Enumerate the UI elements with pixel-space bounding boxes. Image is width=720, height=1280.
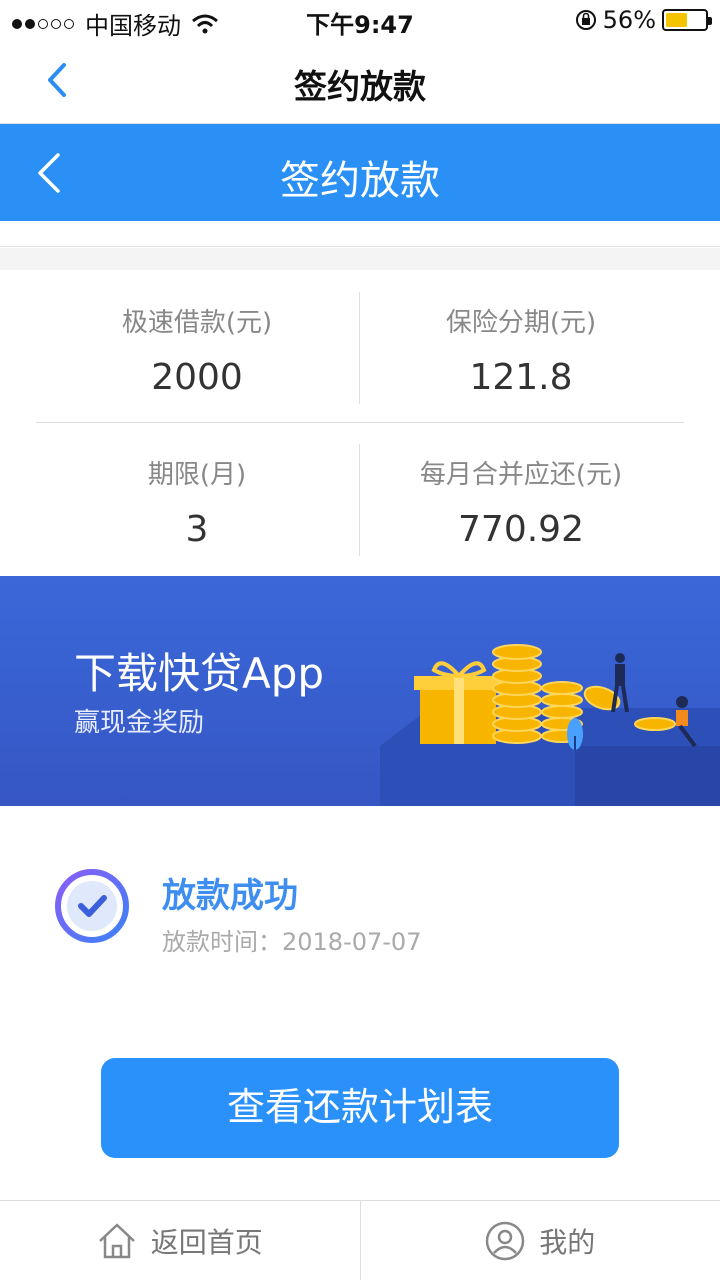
user-icon	[485, 1221, 525, 1260]
term-cell: 期限(月) 3	[36, 454, 358, 550]
download-app-banner[interactable]: 下载快贷App 赢现金奖励	[0, 576, 720, 806]
tab-mine-label: 我的	[539, 1225, 596, 1259]
term-value: 3	[185, 509, 209, 550]
loan-amount-value: 2000	[151, 357, 243, 398]
top-nav-bar: 签约放款	[0, 40, 720, 124]
page-title: 签约放款	[294, 67, 426, 106]
home-icon	[98, 1223, 135, 1258]
column-divider	[359, 292, 360, 404]
column-divider	[359, 444, 360, 556]
status-title: 放款成功	[162, 876, 298, 916]
battery-percent: 56%	[602, 6, 656, 34]
monthly-label: 每月合并应还(元)	[419, 460, 623, 490]
disbursement-time: 放款时间：2018-07-07	[162, 928, 422, 956]
tab-home[interactable]: 返回首页	[0, 1201, 360, 1280]
loan-amount-label: 极速借款(元)	[121, 308, 273, 338]
loan-amount-cell: 极速借款(元) 2000	[36, 302, 358, 398]
disbursement-status: 放款成功 放款时间：2018-07-07	[0, 806, 720, 1056]
battery-icon	[662, 9, 712, 31]
insurance-label: 保险分期(元)	[445, 308, 597, 338]
status-bar: 中国移动 下午9:47 56%	[0, 0, 720, 40]
overlay-nav-bar: 签约放款	[0, 124, 720, 221]
step-strip	[0, 221, 720, 247]
tab-home-label: 返回首页	[150, 1225, 263, 1259]
overlay-title: 签约放款	[280, 158, 440, 204]
coins-illustration	[380, 644, 720, 806]
banner-title: 下载快贷App	[74, 649, 325, 698]
row-divider	[36, 422, 684, 423]
insurance-cell: 保险分期(元) 121.8	[360, 302, 682, 398]
section-gap	[0, 248, 720, 270]
insurance-value: 121.8	[469, 357, 573, 398]
monthly-cell: 每月合并应还(元) 770.92	[360, 454, 682, 550]
term-label: 期限(月)	[147, 460, 247, 490]
battery-level	[666, 13, 688, 27]
monthly-value: 770.92	[458, 509, 584, 550]
lock-rotation-icon	[575, 10, 596, 30]
view-repayment-plan-button[interactable]: 查看还款计划表	[101, 1058, 619, 1158]
loan-summary-grid: 极速借款(元) 2000 保险分期(元) 121.8 期限(月) 3 每月合并应…	[0, 270, 720, 576]
bottom-tab-bar: 返回首页 我的	[0, 1200, 720, 1280]
banner-subtitle: 赢现金奖励	[74, 708, 205, 738]
check-circle-icon	[55, 869, 129, 943]
tab-mine[interactable]: 我的	[359, 1201, 720, 1280]
